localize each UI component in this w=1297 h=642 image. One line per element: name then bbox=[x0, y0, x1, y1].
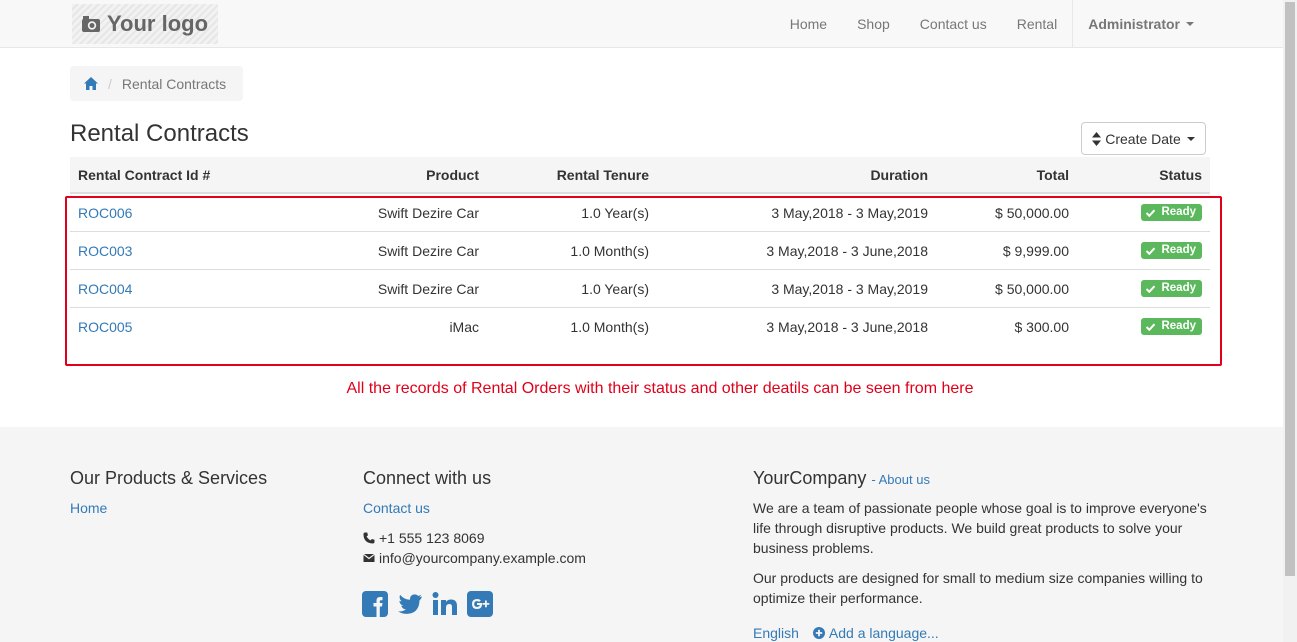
scrollbar-thumb[interactable] bbox=[1285, 2, 1295, 576]
column-header-product[interactable]: Product bbox=[270, 157, 487, 194]
twitter-link[interactable] bbox=[397, 591, 432, 620]
nav-home[interactable]: Home bbox=[775, 0, 842, 48]
contract-id-link[interactable]: ROC006 bbox=[78, 205, 132, 221]
product-cell: iMac bbox=[270, 307, 487, 345]
column-header-status[interactable]: Status bbox=[1077, 157, 1210, 194]
total-cell: $ 9,999.00 bbox=[936, 231, 1077, 270]
table-row: ROC005 iMac 1.0 Month(s) 3 May,2018 - 3 … bbox=[70, 307, 1210, 345]
tenure-cell: 1.0 Year(s) bbox=[581, 204, 649, 221]
breadcrumb: / Rental Contracts bbox=[70, 66, 243, 101]
about-us-link[interactable]: - About us bbox=[871, 472, 930, 487]
check-icon bbox=[1146, 323, 1156, 331]
product-cell: Swift Dezire Car bbox=[377, 204, 479, 221]
phone-line: +1 555 123 8069 bbox=[363, 530, 485, 546]
language-english[interactable]: English bbox=[753, 625, 799, 641]
about-text: We are a team of passionate people whose… bbox=[753, 498, 1218, 618]
google-plus-link[interactable] bbox=[467, 591, 502, 620]
add-language-link[interactable]: Add a language... bbox=[829, 625, 939, 641]
main-nav: Home Shop Contact us Rental Administrato… bbox=[775, 0, 1209, 48]
footer-connect-title: Connect with us bbox=[363, 468, 492, 488]
caret-down-icon bbox=[1186, 136, 1195, 141]
user-menu[interactable]: Administrator bbox=[1073, 0, 1209, 48]
contract-id-link[interactable]: ROC005 bbox=[78, 319, 132, 335]
sort-label: Create Date bbox=[1105, 130, 1181, 147]
sort-dropdown-button[interactable]: Create Date bbox=[1081, 122, 1206, 155]
tenure-cell: 1.0 Year(s) bbox=[487, 269, 657, 308]
about-paragraph: Our products are designed for small to m… bbox=[753, 570, 1203, 606]
contract-id-link[interactable]: ROC003 bbox=[78, 243, 132, 259]
duration-cell: 3 May,2018 - 3 June,2018 bbox=[657, 231, 936, 270]
camera-icon bbox=[82, 16, 100, 32]
column-header-id[interactable]: Rental Contract Id # bbox=[70, 157, 270, 194]
email-line: info@yourcompany.example.com bbox=[363, 550, 586, 566]
phone-icon bbox=[363, 532, 375, 544]
company-heading: YourCompany - About us bbox=[753, 468, 930, 489]
logo[interactable]: Your logo bbox=[72, 4, 218, 44]
column-header-total[interactable]: Total bbox=[936, 157, 1077, 194]
email-address: info@yourcompany.example.com bbox=[379, 550, 586, 566]
language-selector: English Add a language... bbox=[753, 625, 939, 641]
table-row: ROC006 Swift Dezire Car 1.0 Year(s) 3 Ma… bbox=[70, 193, 1210, 232]
breadcrumb-current: Rental Contracts bbox=[121, 75, 227, 92]
table-row: ROC004 Swift Dezire Car 1.0 Year(s) 3 Ma… bbox=[70, 269, 1210, 308]
footer: Our Products & Services Home Connect wit… bbox=[0, 427, 1283, 642]
twitter-icon bbox=[398, 594, 422, 614]
duration-cell: 3 May,2018 - 3 May,2019 bbox=[657, 269, 936, 308]
status-label: Ready bbox=[1161, 282, 1196, 295]
table-header-row: Rental Contract Id # Product Rental Tenu… bbox=[70, 157, 1210, 194]
plus-circle-icon bbox=[812, 627, 825, 639]
table-row: ROC003 Swift Dezire Car 1.0 Month(s) 3 M… bbox=[70, 231, 1210, 270]
total-cell: $ 50,000.00 bbox=[995, 204, 1069, 221]
company-name: YourCompany bbox=[753, 468, 867, 488]
rental-contracts-table: Rental Contract Id # Product Rental Tenu… bbox=[70, 157, 1210, 345]
product-cell: Swift Dezire Car bbox=[270, 231, 487, 270]
linkedin-link[interactable] bbox=[432, 591, 467, 620]
home-icon bbox=[84, 77, 98, 90]
tenure-cell: 1.0 Month(s) bbox=[487, 307, 657, 345]
status-badge: Ready bbox=[1141, 280, 1202, 298]
annotation-text: All the records of Rental Orders with th… bbox=[346, 380, 974, 397]
status-label: Ready bbox=[1161, 244, 1196, 257]
page-scrollbar[interactable] bbox=[1283, 0, 1297, 642]
nav-rental[interactable]: Rental bbox=[1002, 0, 1072, 48]
about-paragraph: We are a team of passionate people whose… bbox=[753, 500, 1207, 556]
logo-text: Your logo bbox=[107, 11, 209, 36]
caret-down-icon bbox=[1186, 22, 1194, 26]
status-label: Ready bbox=[1161, 206, 1196, 219]
check-icon bbox=[1146, 209, 1156, 217]
status-badge: Ready bbox=[1141, 318, 1202, 336]
envelope-icon bbox=[363, 553, 375, 562]
column-header-duration[interactable]: Duration bbox=[657, 157, 936, 194]
breadcrumb-home[interactable] bbox=[84, 77, 98, 90]
product-cell: Swift Dezire Car bbox=[270, 269, 487, 308]
phone-number: +1 555 123 8069 bbox=[379, 530, 485, 546]
total-cell: $ 50,000.00 bbox=[936, 269, 1077, 308]
nav-contact-us[interactable]: Contact us bbox=[905, 0, 1002, 48]
nav-shop[interactable]: Shop bbox=[842, 0, 905, 48]
facebook-icon bbox=[362, 591, 388, 617]
page-title: Rental Contracts bbox=[70, 120, 249, 147]
duration-cell: 3 May,2018 - 3 May,2019 bbox=[771, 204, 928, 221]
check-icon bbox=[1146, 285, 1156, 293]
footer-products-title: Our Products & Services bbox=[70, 468, 268, 488]
social-links bbox=[362, 591, 502, 620]
footer-home-link[interactable]: Home bbox=[70, 500, 107, 516]
check-icon bbox=[1146, 247, 1156, 255]
breadcrumb-separator: / bbox=[108, 75, 112, 92]
footer-contact-link[interactable]: Contact us bbox=[363, 500, 430, 516]
status-badge: Ready bbox=[1141, 204, 1202, 222]
duration-cell: 3 May,2018 - 3 June,2018 bbox=[657, 307, 936, 345]
google-plus-icon bbox=[467, 591, 493, 617]
column-header-tenure[interactable]: Rental Tenure bbox=[487, 157, 657, 194]
sort-icon bbox=[1092, 131, 1102, 146]
linkedin-icon bbox=[432, 592, 457, 615]
tenure-cell: 1.0 Month(s) bbox=[487, 231, 657, 270]
status-label: Ready bbox=[1161, 320, 1196, 333]
contract-id-link[interactable]: ROC004 bbox=[78, 281, 132, 297]
top-navbar: Your logo Home Shop Contact us Rental Ad… bbox=[0, 0, 1283, 48]
facebook-link[interactable] bbox=[362, 591, 397, 620]
total-cell: $ 300.00 bbox=[936, 307, 1077, 345]
user-name: Administrator bbox=[1088, 16, 1180, 32]
status-badge: Ready bbox=[1141, 242, 1202, 260]
